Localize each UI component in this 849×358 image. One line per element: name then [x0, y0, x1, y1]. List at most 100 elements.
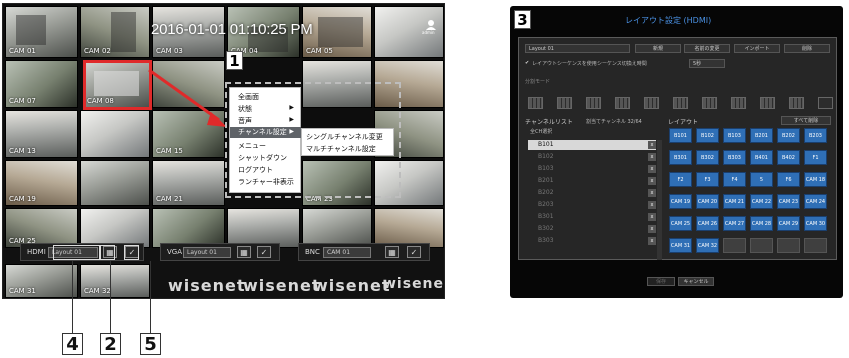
submenu-item-single-channel[interactable]: シングルチャンネル変更 — [306, 132, 383, 142]
save-button[interactable]: 保存 — [647, 277, 675, 286]
layout-cell[interactable]: CAM 23 — [777, 194, 800, 209]
camera-tile[interactable] — [302, 208, 372, 248]
remove-channel-icon[interactable]: x — [648, 177, 656, 185]
layout-cell[interactable]: CAM 21 — [723, 194, 746, 209]
layout-settings-icon[interactable]: ▦ — [385, 246, 399, 258]
layout-cell[interactable]: CAM 26 — [696, 216, 719, 231]
camera-tile[interactable]: CAM 19 — [5, 160, 78, 206]
remove-channel-icon[interactable]: x — [648, 225, 656, 233]
layout-cell[interactable]: CAM 24 — [804, 194, 827, 209]
split-8-icon[interactable] — [702, 97, 717, 109]
channel-list-item[interactable]: B101 x — [528, 140, 656, 150]
camera-tile[interactable] — [80, 208, 150, 248]
camera-tile[interactable]: CAM 07 — [5, 60, 78, 108]
layout-cell[interactable]: CAM 18 — [804, 172, 827, 187]
layout-cell[interactable]: CAM 19 — [669, 194, 692, 209]
sequence-icon[interactable]: ✓ — [257, 246, 271, 258]
camera-tile[interactable]: CAM 01 — [5, 6, 78, 58]
sequence-icon[interactable]: ✓ — [407, 246, 421, 258]
layout-cell[interactable]: B302 — [696, 150, 719, 165]
split-9-icon[interactable] — [586, 97, 601, 109]
layout-cell[interactable]: B102 — [696, 128, 719, 143]
channel-list-item[interactable]: B302 x — [528, 224, 656, 234]
layout-cell[interactable]: CAM 27 — [723, 216, 746, 231]
menu-item-audio[interactable]: 音声 — [238, 116, 252, 126]
camera-tile[interactable] — [227, 208, 300, 248]
camera-tile[interactable]: CAM 25 — [5, 208, 78, 248]
split-4-icon[interactable] — [557, 97, 572, 109]
layout-cell[interactable]: B101 — [669, 128, 692, 143]
channel-list-item[interactable]: B303 x — [528, 236, 656, 246]
camera-tile[interactable] — [80, 110, 150, 158]
layout-cell[interactable]: B103 — [723, 128, 746, 143]
sequence-checkbox[interactable]: ✔ — [525, 60, 529, 66]
edit-icon[interactable] — [818, 97, 833, 109]
camera-tile[interactable]: CAM 02 — [80, 6, 150, 58]
channel-list-item[interactable]: B203 x — [528, 200, 656, 210]
layout-cell[interactable]: CAM 22 — [750, 194, 773, 209]
rename-button[interactable]: 名前の変更 — [684, 44, 730, 53]
camera-tile[interactable] — [374, 208, 444, 248]
layout-cell[interactable]: CAM 32 — [696, 238, 719, 253]
layout-settings-icon[interactable]: ▦ — [237, 246, 251, 258]
delete-all-button[interactable]: すべて削除 — [781, 116, 831, 125]
menu-item-menu[interactable]: メニュー — [238, 141, 266, 151]
layout-cell[interactable]: F4 — [723, 172, 746, 187]
camera-tile[interactable]: CAM 31 — [5, 264, 78, 298]
split-25-icon[interactable] — [644, 97, 659, 109]
layout-cell[interactable]: CAM 25 — [669, 216, 692, 231]
remove-channel-icon[interactable]: x — [648, 153, 656, 161]
layout-cell[interactable]: B201 — [750, 128, 773, 143]
camera-tile[interactable]: CAM 32 — [80, 264, 150, 298]
bnc-camera-select[interactable]: CAM 01 — [323, 247, 371, 258]
channel-list-scrollbar[interactable] — [657, 140, 662, 260]
camera-tile[interactable] — [152, 208, 225, 248]
vga-layout-select[interactable]: Layout 01 — [183, 247, 231, 258]
remove-channel-icon[interactable]: x — [648, 189, 656, 197]
layout-cell[interactable]: CAM 29 — [777, 216, 800, 231]
layout-cell[interactable]: B401 — [750, 150, 773, 165]
remove-channel-icon[interactable]: x — [648, 141, 656, 149]
split-1-icon[interactable] — [528, 97, 543, 109]
camera-tile[interactable]: CAM 21 — [152, 160, 225, 206]
layout-cell[interactable]: CAM 20 — [696, 194, 719, 209]
channel-list-item[interactable]: B201 x — [528, 176, 656, 186]
remove-channel-icon[interactable]: x — [648, 165, 656, 173]
layout-cell[interactable]: B301 — [669, 150, 692, 165]
delete-button[interactable]: 削除 — [784, 44, 830, 53]
menu-item-shutdown[interactable]: シャットダウン — [238, 153, 287, 163]
layout-cell[interactable]: CAM 30 — [804, 216, 827, 231]
submenu-item-multi-channel[interactable]: マルチチャンネル設定 — [306, 144, 376, 154]
menu-item-hide-launcher[interactable]: ランチャー非表示 — [238, 177, 294, 187]
remove-channel-icon[interactable]: x — [648, 201, 656, 209]
split-36-icon[interactable] — [673, 97, 688, 109]
menu-item-logout[interactable]: ログアウト — [238, 165, 273, 175]
camera-tile[interactable] — [80, 160, 150, 206]
layout-cell[interactable] — [750, 238, 773, 253]
new-button[interactable]: 新規 — [635, 44, 681, 53]
split-13-icon[interactable] — [760, 97, 775, 109]
layout-select[interactable]: Layout 01 — [525, 44, 630, 53]
layout-cell[interactable]: CAM 31 — [669, 238, 692, 253]
layout-cell[interactable]: B303 — [723, 150, 746, 165]
remove-channel-icon[interactable]: x — [648, 237, 656, 245]
camera-tile[interactable]: CAM 13 — [5, 110, 78, 158]
channel-list-item[interactable]: B103 x — [528, 164, 656, 174]
channel-list-item[interactable]: B202 x — [528, 188, 656, 198]
menu-item-fullscreen[interactable]: 全画面 — [238, 92, 259, 102]
layout-cell[interactable] — [804, 238, 827, 253]
layout-cell[interactable]: F2 — [669, 172, 692, 187]
layout-cell[interactable] — [777, 238, 800, 253]
channel-list-item[interactable]: B102 x — [528, 152, 656, 162]
split-16-icon[interactable] — [615, 97, 630, 109]
remove-channel-icon[interactable]: x — [648, 213, 656, 221]
layout-cell[interactable]: F1 — [804, 150, 827, 165]
split-pip-icon[interactable] — [789, 97, 804, 109]
channel-list-item[interactable]: B301 x — [528, 212, 656, 222]
layout-cell[interactable] — [723, 238, 746, 253]
layout-cell[interactable]: B202 — [777, 128, 800, 143]
menu-item-status[interactable]: 状態 — [238, 104, 252, 114]
layout-cell[interactable]: B203 — [804, 128, 827, 143]
user-icon[interactable]: admin — [422, 18, 438, 36]
layout-cell[interactable]: F3 — [696, 172, 719, 187]
